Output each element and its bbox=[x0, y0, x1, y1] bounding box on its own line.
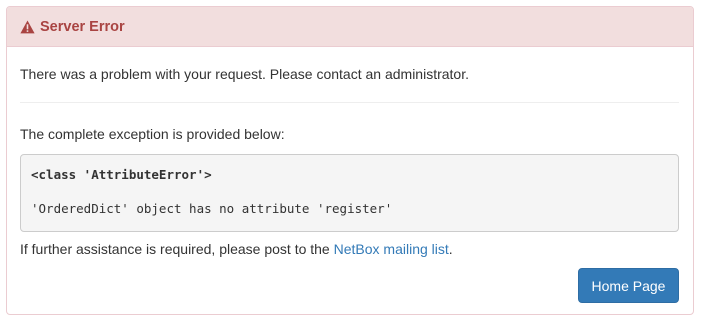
exception-block: <class 'AttributeError'> 'OrderedDict' o… bbox=[20, 154, 679, 232]
divider bbox=[20, 102, 679, 103]
help-suffix: . bbox=[448, 241, 453, 257]
help-prefix: If further assistance is required, pleas… bbox=[20, 241, 334, 257]
exception-label: The complete exception is provided below… bbox=[20, 126, 285, 142]
home-page-button[interactable]: Home Page bbox=[578, 268, 679, 303]
help-text: If further assistance is required, pleas… bbox=[20, 241, 453, 257]
error-panel: Server Error There was a problem with yo… bbox=[6, 6, 694, 315]
exception-message: 'OrderedDict' object has no attribute 'r… bbox=[31, 201, 393, 216]
mailing-list-link[interactable]: NetBox mailing list bbox=[334, 241, 449, 257]
panel-title: Server Error bbox=[40, 18, 125, 35]
warning-icon bbox=[20, 20, 35, 34]
error-message: There was a problem with your request. P… bbox=[20, 66, 469, 82]
panel-heading: Server Error bbox=[7, 7, 693, 47]
exception-class: <class 'AttributeError'> bbox=[31, 167, 212, 182]
